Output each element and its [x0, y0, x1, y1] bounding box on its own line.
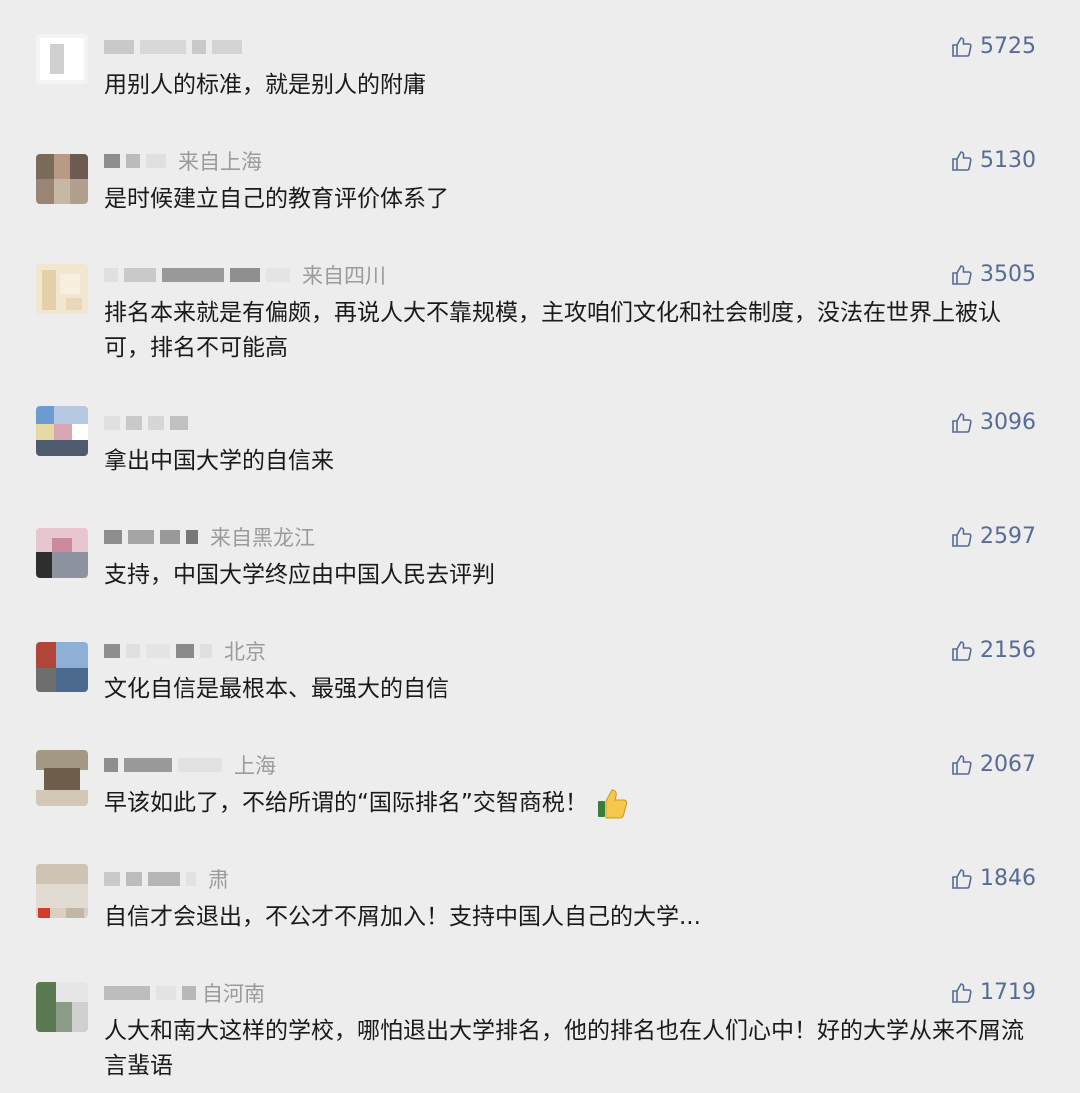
comment-text: 自信才会退出，不公才不屑加入！支持中国人自己的大学...: [104, 904, 701, 930]
like-button[interactable]: 1719: [950, 980, 1036, 1005]
comment-text-body: 早该如此了，不给所谓的“国际排名”交智商税！: [104, 790, 588, 816]
comment-text: 支持，中国大学终应由中国人民去评判: [104, 562, 495, 588]
thumbs-up-icon: [952, 754, 972, 775]
comment-location: 上海: [234, 754, 276, 778]
comment-meta: 自河南: [104, 978, 265, 1008]
like-button[interactable]: 2156: [950, 638, 1036, 663]
avatar[interactable]: [36, 34, 88, 84]
avatar[interactable]: [36, 264, 88, 314]
avatar[interactable]: [36, 642, 88, 692]
comment-meta: 来自黑龙江: [104, 522, 315, 552]
comment-meta: [104, 408, 200, 438]
avatar[interactable]: [36, 406, 88, 456]
comment-text: 排名本来就是有偏颇，再说人大不靠规模，主攻咱们文化和社会制度，没法在世界上被认可…: [104, 300, 1001, 361]
comment-meta: 上海: [104, 750, 276, 780]
avatar[interactable]: [36, 154, 88, 204]
like-count: 5130: [980, 148, 1036, 173]
comment-text: 早该如此了，不给所谓的“国际排名”交智商税！: [104, 786, 1034, 821]
thumbs-up-icon: [952, 412, 972, 433]
like-count: 3096: [980, 410, 1036, 435]
comment-location: 北京: [224, 640, 266, 664]
avatar[interactable]: [36, 528, 88, 578]
like-button[interactable]: 2597: [950, 524, 1036, 549]
username-redacted[interactable]: [104, 644, 120, 658]
comment-text: 是时候建立自己的教育评价体系了: [104, 186, 449, 212]
comment-meta: [104, 32, 254, 62]
avatar[interactable]: [36, 864, 88, 918]
like-count: 1719: [980, 980, 1036, 1005]
thumbs-up-icon: [952, 526, 972, 547]
thumbs-up-icon: [952, 264, 972, 285]
like-count: 1846: [980, 866, 1036, 891]
thumbs-up-icon: [952, 982, 972, 1003]
thumbs-up-icon: [952, 150, 972, 171]
thumbs-up-icon: [952, 640, 972, 661]
like-count: 2156: [980, 638, 1036, 663]
comment-location: 来自上海: [178, 150, 262, 174]
like-button[interactable]: 3505: [950, 262, 1036, 287]
like-count: 2597: [980, 524, 1036, 549]
comment-text: 文化自信是最根本、最强大的自信: [104, 676, 449, 702]
thumbs-up-icon: [952, 868, 972, 889]
comment-meta: 来自上海: [104, 146, 262, 176]
comment-meta: 北京: [104, 636, 266, 666]
thumbs-up-emoji-icon: [598, 788, 628, 818]
username-redacted[interactable]: [104, 416, 120, 430]
avatar[interactable]: [36, 982, 88, 1032]
like-button[interactable]: 5725: [950, 34, 1036, 59]
username-redacted[interactable]: [104, 986, 150, 1000]
comment-meta: 肃: [104, 864, 229, 894]
avatar[interactable]: [36, 750, 88, 806]
comment-text: 拿出中国大学的自信来: [104, 448, 334, 474]
comment-location: 肃: [208, 868, 229, 892]
username-redacted[interactable]: [104, 268, 118, 282]
like-button[interactable]: 5130: [950, 148, 1036, 173]
like-count: 3505: [980, 262, 1036, 287]
like-button[interactable]: 1846: [950, 866, 1036, 891]
like-button[interactable]: 3096: [950, 410, 1036, 435]
username-redacted[interactable]: [104, 872, 120, 886]
username-redacted[interactable]: [104, 40, 134, 54]
username-redacted[interactable]: [104, 530, 122, 544]
comment-text: 用别人的标准，就是别人的附庸: [104, 72, 426, 98]
like-button[interactable]: 2067: [950, 752, 1036, 777]
thumbs-up-icon: [952, 36, 972, 57]
comment-location: 自河南: [202, 982, 265, 1006]
like-count: 2067: [980, 752, 1036, 777]
comment-location: 来自四川: [302, 264, 386, 288]
like-count: 5725: [980, 34, 1036, 59]
username-redacted[interactable]: [104, 154, 120, 168]
comment-text: 人大和南大这样的学校，哪怕退出大学排名，他的排名也在人们心中！好的大学从来不屑流…: [104, 1018, 1024, 1079]
comment-location: 来自黑龙江: [210, 526, 315, 550]
comment-meta: 来自四川: [104, 260, 386, 290]
username-redacted[interactable]: [104, 758, 118, 772]
